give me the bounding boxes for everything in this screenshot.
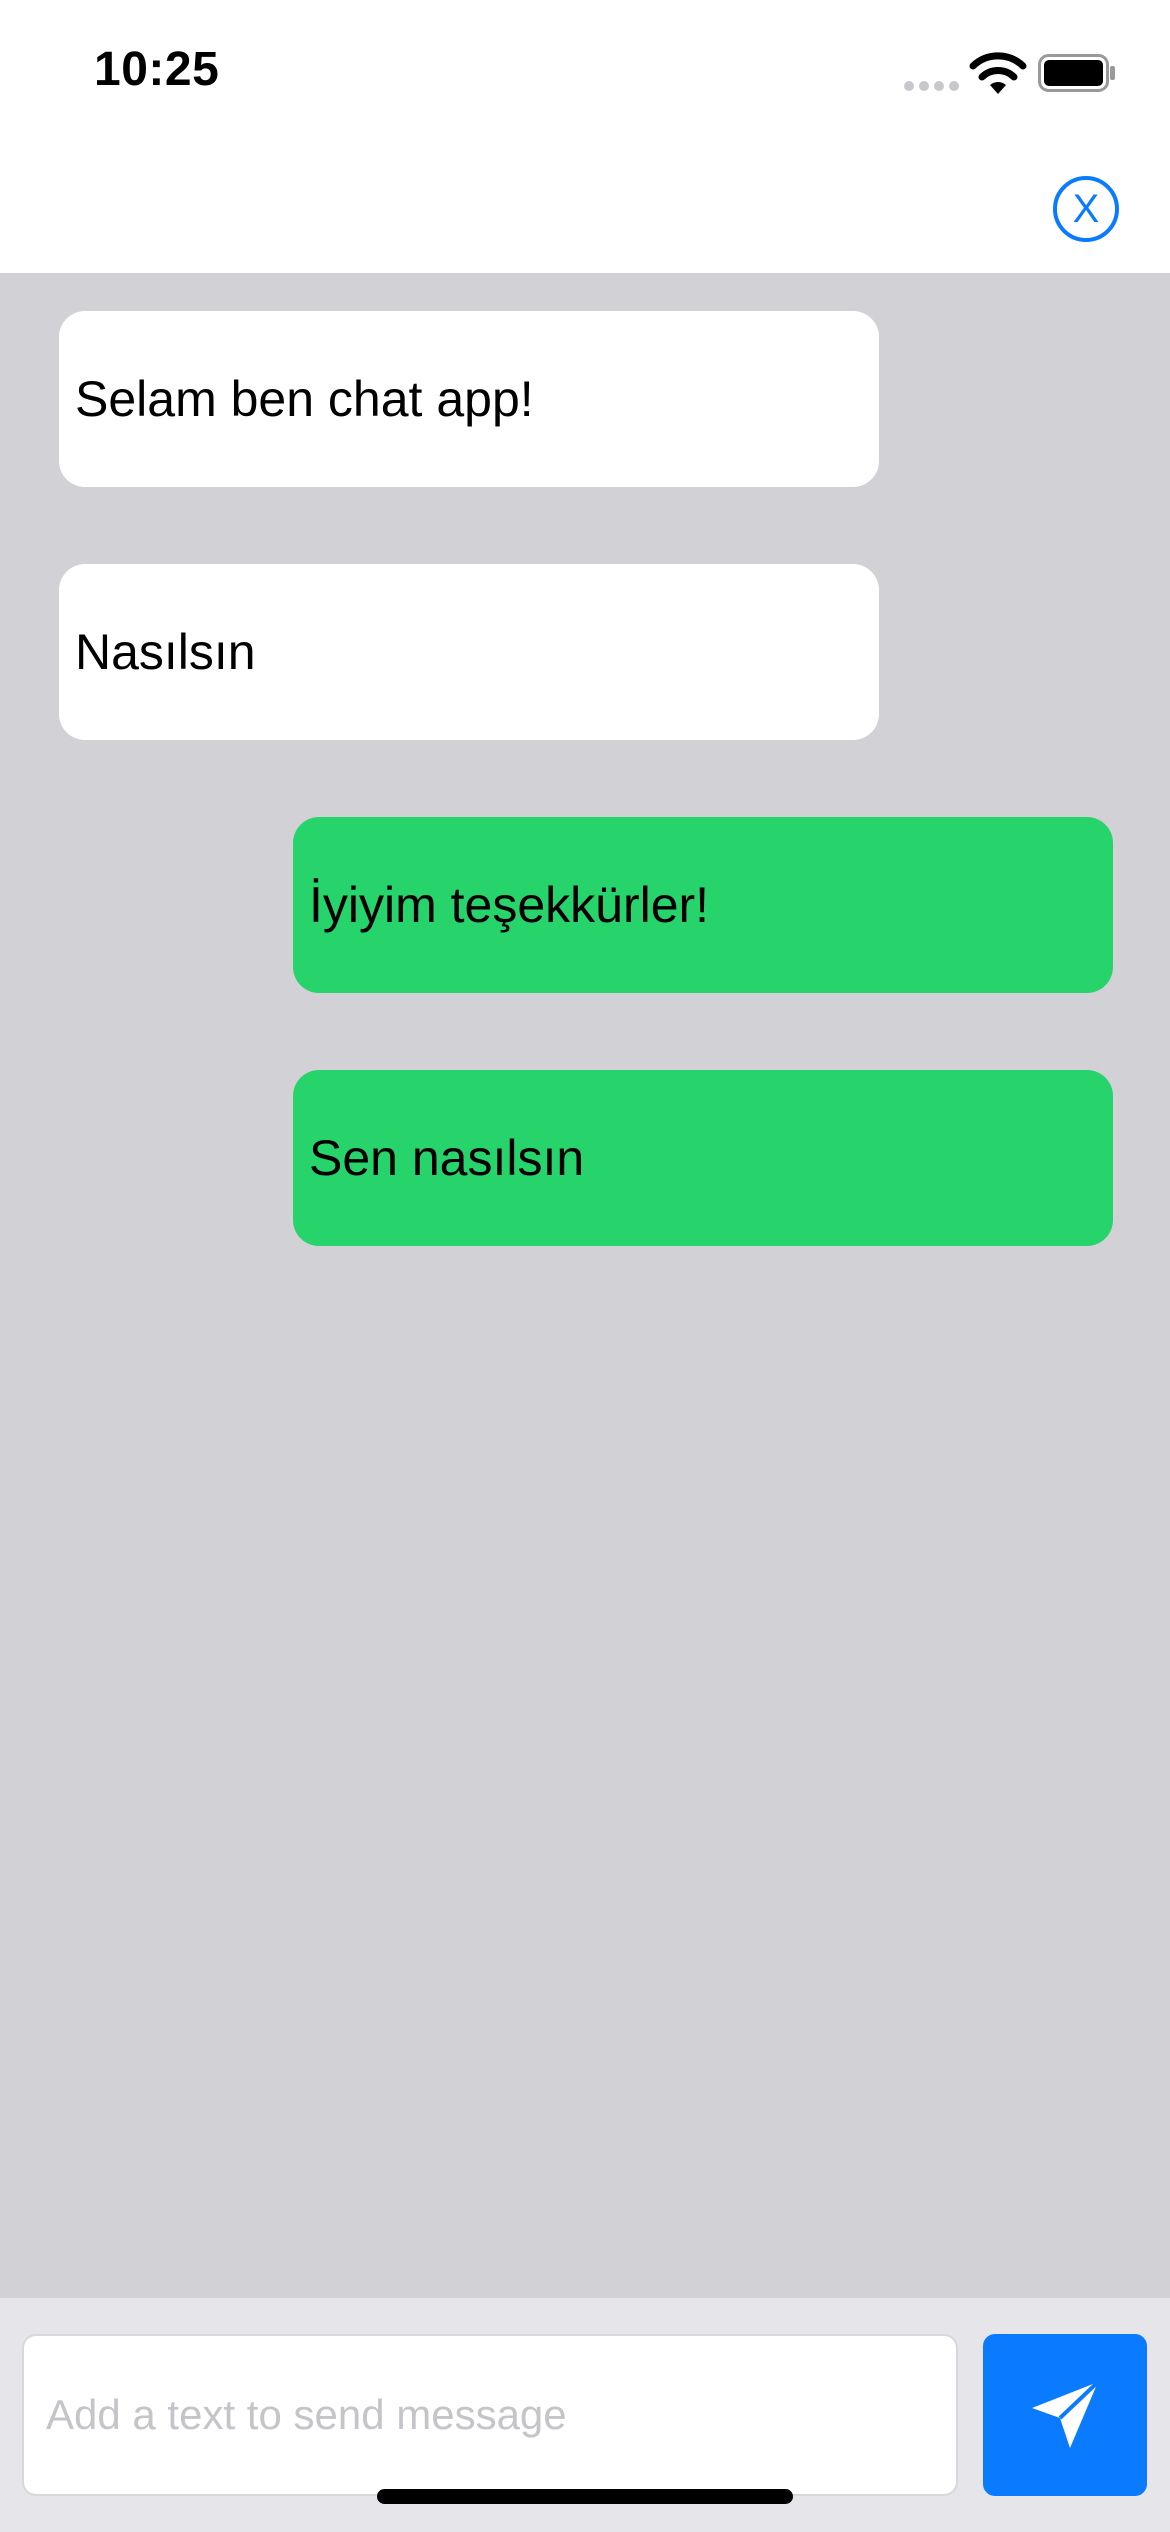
message-input[interactable]: [22, 2334, 958, 2496]
message-text: Selam ben chat app!: [75, 371, 534, 427]
incoming-message-bubble: Nasılsın: [59, 564, 879, 740]
close-icon: X: [1072, 187, 1100, 231]
outgoing-message-bubble: İyiyim teşekkürler!: [293, 817, 1113, 993]
battery-icon: [1038, 54, 1115, 92]
send-button[interactable]: [983, 2334, 1147, 2496]
cellular-signal-icon: [904, 81, 959, 91]
home-indicator: [377, 2489, 793, 2504]
status-time: 10:25: [94, 43, 220, 96]
paper-plane-icon: [1032, 2380, 1100, 2448]
status-bar: 10:25: [0, 0, 1170, 140]
message-text: İyiyim teşekkürler!: [309, 877, 710, 933]
close-button[interactable]: X: [1053, 176, 1119, 242]
message-text: Nasılsın: [75, 624, 256, 680]
wifi-icon: [969, 52, 1027, 94]
navigation-bar: [0, 140, 1170, 273]
message-text: Sen nasılsın: [309, 1130, 585, 1186]
incoming-message-bubble: Selam ben chat app!: [59, 311, 879, 487]
outgoing-message-bubble: Sen nasılsın: [293, 1070, 1113, 1246]
